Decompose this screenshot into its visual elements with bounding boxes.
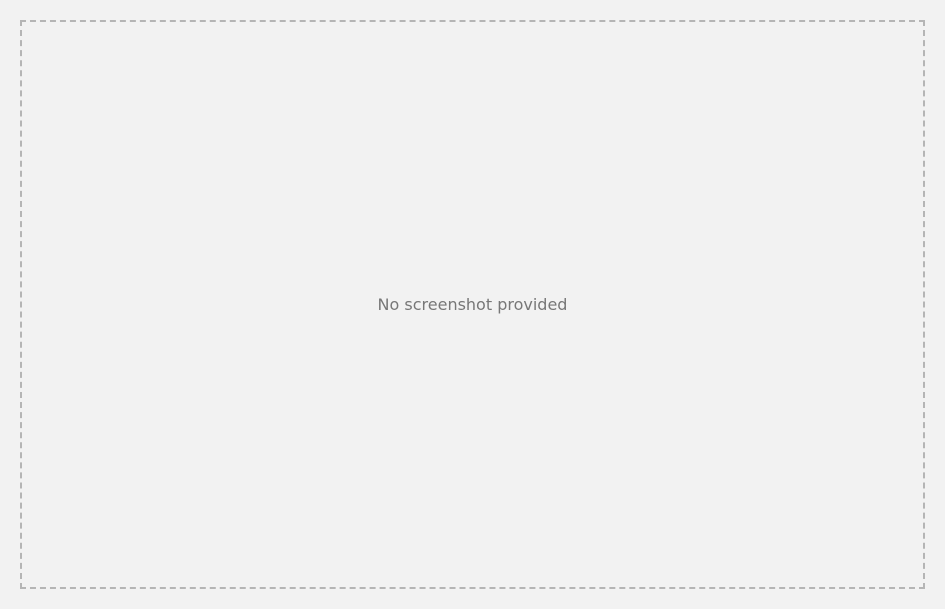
placeholder-frame: No screenshot provided xyxy=(20,20,925,589)
placeholder-message: No screenshot provided xyxy=(377,295,568,314)
